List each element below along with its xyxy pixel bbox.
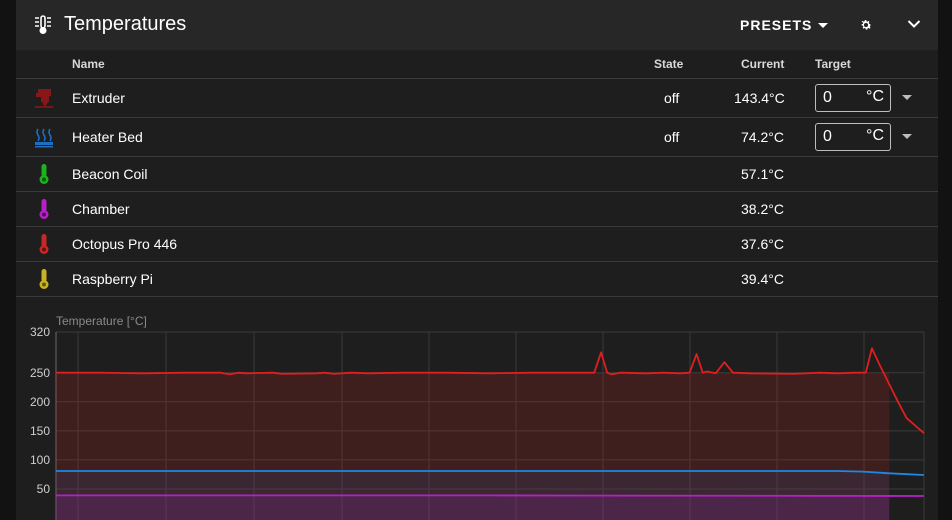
table-row-chamber[interactable]: Chamber 38.2°C — [16, 192, 938, 227]
target-input[interactable]: 0 °C — [815, 84, 891, 112]
presets-label: PRESETS — [740, 17, 813, 33]
heater-name: Heater Bed — [72, 129, 143, 145]
heater-current: 74.2°C — [741, 129, 784, 145]
thermometer-icon — [39, 199, 49, 219]
gear-icon[interactable] — [859, 18, 873, 32]
chart-plot[interactable] — [16, 300, 938, 520]
table-row-raspberry-pi[interactable]: Raspberry Pi 39.4°C — [16, 262, 938, 297]
target-dropdown-icon[interactable] — [902, 134, 912, 139]
target-input[interactable]: 0 °C — [815, 123, 891, 151]
table-row-octopus-pro-446[interactable]: Octopus Pro 446 37.6°C — [16, 227, 938, 262]
target-unit: °C — [866, 127, 884, 144]
table-row-extruder[interactable]: Extruder off 143.4°C 0 °C — [16, 79, 938, 118]
thermometer-icon — [39, 164, 49, 184]
table-header: Name State Current Target — [16, 50, 938, 79]
thermometer-lines-icon — [35, 15, 51, 34]
heater-name: Extruder — [72, 90, 125, 106]
temperature-table: Name State Current Target Extruder off 1… — [16, 50, 938, 297]
target-unit: °C — [866, 88, 884, 105]
chevron-down-icon[interactable] — [907, 19, 921, 29]
temperatures-panel: Temperatures PRESETS Name State Current … — [16, 0, 938, 520]
caret-down-icon — [818, 22, 829, 28]
presets-button[interactable]: PRESETS — [740, 17, 829, 33]
heater-current: 143.4°C — [734, 90, 785, 106]
panel-header: Temperatures PRESETS — [16, 0, 938, 50]
sensor-current: 39.4°C — [741, 271, 784, 287]
target-dropdown-icon[interactable] — [902, 95, 912, 100]
extruder-icon — [35, 89, 53, 108]
table-row-beacon-coil[interactable]: Beacon Coil 57.1°C — [16, 157, 938, 192]
thermometer-icon — [39, 234, 49, 254]
heater-bed-icon — [35, 128, 53, 148]
sensor-name: Raspberry Pi — [72, 271, 153, 287]
col-state[interactable]: State — [654, 57, 683, 71]
sensor-current: 38.2°C — [741, 201, 784, 217]
sensor-name: Beacon Coil — [72, 166, 148, 182]
sensor-current: 57.1°C — [741, 166, 784, 182]
panel-title: Temperatures — [64, 13, 187, 35]
series-line-2 — [56, 494, 925, 497]
col-target[interactable]: Target — [815, 57, 851, 71]
col-current[interactable]: Current — [741, 57, 784, 71]
heater-state: off — [664, 90, 680, 106]
target-value[interactable]: 0 — [823, 89, 832, 107]
chamber-area — [56, 495, 890, 520]
target-value[interactable]: 0 — [823, 128, 832, 146]
sensor-name: Chamber — [72, 201, 130, 217]
heater-state: off — [664, 129, 680, 145]
col-name[interactable]: Name — [72, 57, 105, 71]
sensor-name: Octopus Pro 446 — [72, 236, 178, 252]
thermometer-icon — [39, 269, 49, 289]
sensor-current: 37.6°C — [741, 236, 784, 252]
temperature-chart[interactable]: Temperature [°C] 50 100 150 200 250 320 — [16, 300, 938, 520]
table-row-heater-bed[interactable]: Heater Bed off 74.2°C 0 °C — [16, 118, 938, 157]
